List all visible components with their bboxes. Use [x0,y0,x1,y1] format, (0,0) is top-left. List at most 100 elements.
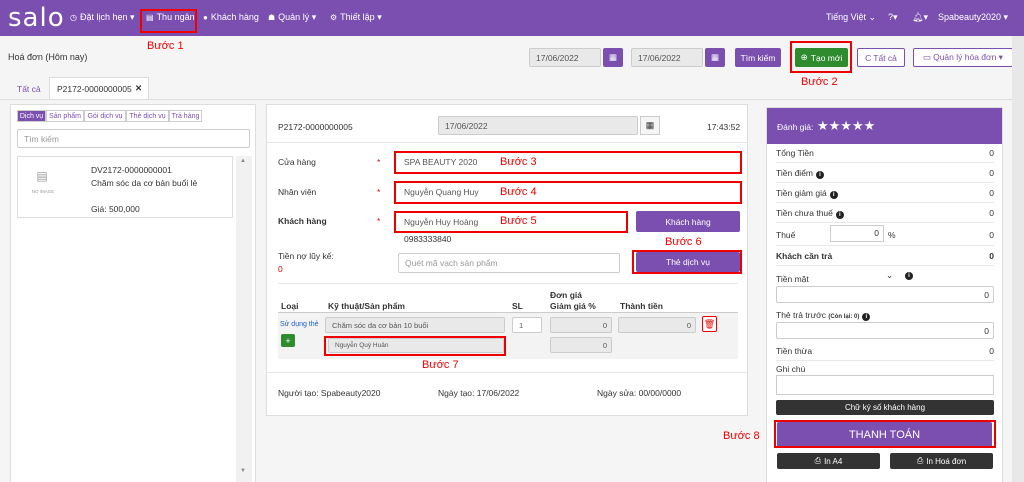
col-qty: SL [512,301,523,311]
refresh-icon: C [865,52,872,63]
customer-button[interactable]: Khách hàng [636,211,740,232]
search-button[interactable]: Tìm kiếm [735,48,781,67]
step6-label: Bước 6 [665,236,702,248]
plus-icon: + [285,335,291,346]
notification-menu[interactable]: 🔔︎▾ [912,12,928,23]
cogs-icon: ⚙ [330,13,338,22]
nav-appointments[interactable]: ◷ Đặt lịch hẹn ▾ [70,12,135,23]
barcode-input[interactable]: Quét mã vạch sản phẩm [398,253,620,273]
calendar-icon[interactable]: ▦ [640,116,660,135]
close-icon[interactable]: ✕ [135,83,142,94]
info-icon: i [835,211,844,219]
tax-input[interactable]: 0 [830,225,884,242]
divider [278,283,738,284]
customer-signature-button[interactable]: Chữ ký số khách hàng [776,400,994,415]
divider [266,142,748,143]
row-product[interactable]: Chăm sóc da cơ bản 10 buổi [325,317,505,333]
invoice-date-input[interactable]: 17/06/2022 [438,116,638,135]
date-to-input[interactable]: 17/06/2022 [631,48,703,67]
chevron-down-icon[interactable]: ⌄ [886,270,893,281]
subtab-returns[interactable]: Trả hàng [169,110,202,122]
col-discount: Giảm giá % [550,301,596,311]
window-icon: ▭ [923,52,932,62]
print-a4-button[interactable]: ⎙ In A4 [777,453,880,469]
calendar-to-button[interactable]: ▦ [705,48,725,67]
prepaid-label: Thẻ trả trước (Còn lại: 0) i [776,310,871,321]
prepaid-input[interactable]: 0 [776,322,994,339]
info-icon: i [905,272,913,280]
step3-highlight [394,151,742,174]
tax-row: Thuế 0 % 0 [776,223,994,246]
step4-label: Bước 4 [500,186,537,198]
discount-row: Tiền giảm giá i 0 [776,183,994,203]
page-title: Hoá đơn (Hôm nay) [8,52,88,62]
col-type: Loại [281,301,299,311]
nav-customers[interactable]: ● Khách hàng [203,12,259,22]
row-total: 0 [618,317,696,333]
service-item-card[interactable]: ▤ NO IMAGE DV2172-0000000001 Chăm sóc da… [17,156,233,218]
points-row: Tiền điểm i 0 [776,163,994,183]
clock-icon: ◷ [70,13,77,22]
step8-highlight [774,420,996,448]
salo-logo[interactable]: salo [8,4,65,32]
row-type-link[interactable]: Sử dụng thẻ [280,321,319,328]
required-mark: * [377,216,381,226]
subtab-service-cards[interactable]: Thẻ dịch vụ [126,110,169,122]
no-image-icon: ▤ [36,169,48,183]
row-price-input[interactable]: 0 [550,317,612,333]
info-icon: i [816,171,825,179]
subtab-products[interactable]: Sản phẩm [46,110,84,122]
item-name: Chăm sóc da cơ bản buổi lẻ [91,178,198,188]
step7-label: Bước 7 [422,359,459,371]
user-icon: ● [203,13,208,22]
created-date: Ngày tạo: 17/06/2022 [438,388,520,398]
tab-invoice[interactable]: P2172-0000000005 ✕ [49,77,149,99]
page-scrollbar[interactable] [1012,36,1024,482]
scroll-down-icon: ▼ [240,468,246,474]
print-invoice-button[interactable]: ⎙ In Hoá đơn [890,453,993,469]
subtab-packages[interactable]: Gói dịch vụ [84,110,126,122]
nav-settings[interactable]: ⚙ Thiết lập ▾ [330,12,382,23]
col-total: Thành tiền [620,301,663,311]
debt-label: Tiền nợ lũy kế: [278,251,334,261]
info-icon: i [862,313,871,321]
subtab-services[interactable]: Dịch vụ [17,110,46,122]
step8-label: Bước 8 [723,430,760,442]
step4-highlight [394,181,742,204]
note-textarea[interactable] [776,375,994,395]
step7-highlight [324,336,506,356]
step6-highlight [632,250,742,274]
required-mark: * [377,157,381,167]
item-code: DV2172-0000000001 [91,165,172,175]
scrollbar[interactable]: ▲ ▼ [236,156,252,482]
users-icon: ☗ [268,13,276,22]
add-technician-button[interactable]: + [281,334,295,347]
invoice-number: P2172-0000000005 [278,122,353,132]
store-label: Cửa hàng [278,157,316,167]
account-menu[interactable]: Spabeauty2020 ▾ [938,12,1008,23]
row-qty-input[interactable]: 1 [512,317,542,333]
debt-value: 0 [278,264,283,274]
manage-invoice-button[interactable]: ▭ Quản lý hóa đơn ▾ [913,48,1013,67]
staff-label: Nhân viên [278,187,317,197]
language-select[interactable]: Tiếng Việt ⌄ [826,12,876,23]
amount-due-row: Khách cần trả 0 [776,246,994,266]
cash-input[interactable]: 0 [776,286,994,303]
bell-icon: 🔔︎ [912,12,924,22]
step2-highlight [790,41,852,73]
nav-manage[interactable]: ☗ Quản lý ▾ [268,12,316,23]
customer-label: Khách hàng [278,216,327,226]
scroll-up-icon: ▲ [240,158,246,164]
step2-label: Bước 2 [801,76,838,88]
rating-stars[interactable]: ★★★★★ [817,118,875,134]
all-button[interactable]: C Tất cả [857,48,905,67]
help-menu[interactable]: ?▾ [888,12,898,23]
row-discount-input[interactable]: 0 [550,337,612,353]
trash-icon[interactable]: 🗑︎ [702,316,717,332]
calendar-from-button[interactable]: ▦ [603,48,623,67]
search-input[interactable]: Tìm kiếm [17,129,250,148]
info-icon: i [829,191,838,199]
tab-all[interactable]: Tất cả [17,84,41,94]
date-from-input[interactable]: 17/06/2022 [529,48,601,67]
item-price: Giá: 500,000 [91,204,140,214]
